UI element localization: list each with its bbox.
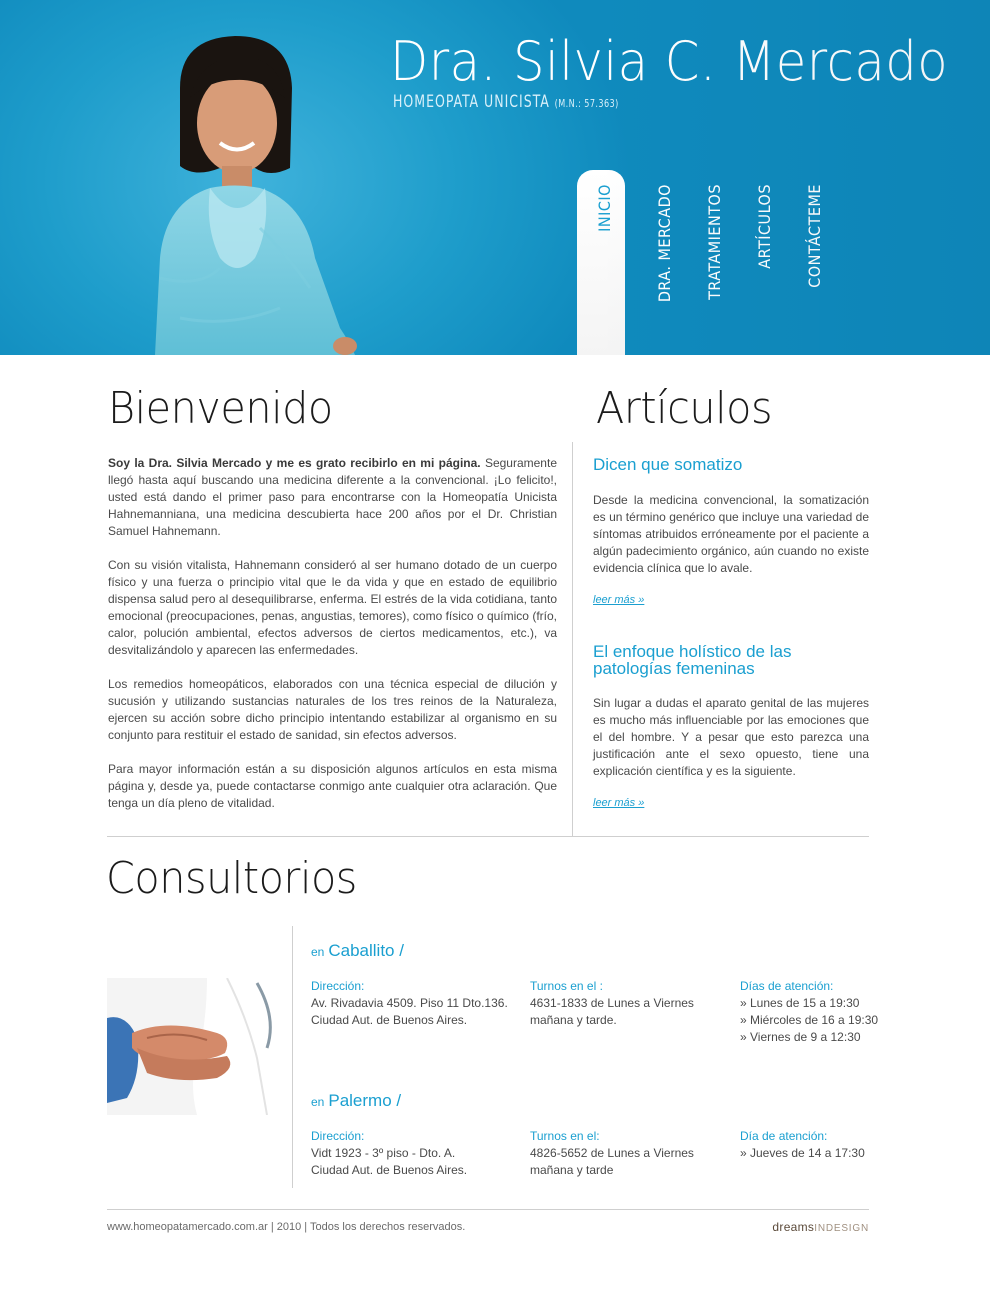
appointments-line: 4631-1833 de Lunes a Viernes — [530, 996, 694, 1010]
appointments-label: Turnos en el: — [530, 1129, 600, 1143]
article-card: El enfoque holístico de las patologías f… — [593, 643, 869, 811]
nav-item-dra-mercado[interactable]: DRA. MERCADO — [648, 184, 674, 334]
article-excerpt: Sin lugar a dudas el aparato genital de … — [593, 696, 869, 778]
office-days: Día de atención: » Jueves de 14 a 17:30 — [740, 1128, 865, 1162]
site-subtitle: HOMEOPATA UNICISTA (M.N.: 57.363) — [393, 92, 619, 112]
welcome-paragraph-3: Los remedios homeopáticos, elaborados co… — [108, 677, 557, 742]
read-more-link[interactable]: leer más » — [593, 797, 644, 809]
nav-item-label: DRA. MERCADO — [655, 184, 674, 303]
appointments-label: Turnos en el : — [530, 979, 603, 993]
nav-item-label: ARTÍCULOS — [755, 184, 774, 269]
office-title-caballito: en Caballito / — [311, 941, 404, 961]
nav-item-label: CONTÁCTEME — [805, 184, 824, 288]
welcome-paragraph-2: Con su visión vitalista, Hahnemann consi… — [108, 558, 557, 657]
nav-item-label: TRATAMIENTOS — [705, 184, 724, 300]
welcome-heading: Bienvenido — [108, 383, 333, 434]
articles-heading: Artículos — [596, 383, 773, 434]
appointments-line: 4826-5652 de Lunes a Viernes — [530, 1146, 694, 1160]
days-item: » Lunes de 15 a 19:30 — [740, 996, 860, 1010]
read-more-link[interactable]: leer más » — [593, 594, 644, 606]
office-appointments: Turnos en el: 4826-5652 de Lunes a Viern… — [530, 1128, 694, 1179]
offices-heading: Consultorios — [106, 853, 357, 904]
header-banner: Dra. Silvia C. Mercado HOMEOPATA UNICIST… — [0, 0, 990, 355]
welcome-text: Soy la Dra. Silvia Mercado y me es grato… — [108, 455, 557, 829]
welcome-paragraph-4: Para mayor información están a su dispos… — [108, 762, 557, 810]
appointments-line: mañana y tarde — [530, 1163, 614, 1177]
office-prefix: en — [311, 1095, 325, 1109]
address-line: Av. Rivadavia 4509. Piso 11 Dto.136. — [311, 996, 508, 1010]
address-line: Ciudad Aut. de Buenos Aires. — [311, 1013, 468, 1027]
section-divider — [107, 836, 869, 837]
office-name: Caballito / — [328, 941, 404, 960]
days-item: » Viernes de 9 a 12:30 — [740, 1030, 861, 1044]
office-title-palermo: en Palermo / — [311, 1091, 401, 1111]
days-label: Día de atención: — [740, 1129, 828, 1143]
welcome-intro-bold: Soy la Dra. Silvia Mercado y me es grato… — [108, 456, 481, 470]
nav-item-label: INICIO — [595, 184, 614, 232]
designer-logo[interactable]: dreamsINDESIGN — [772, 1220, 869, 1234]
site-title: Dra. Silvia C. Mercado — [390, 30, 949, 93]
hands-photo — [107, 978, 292, 1115]
address-label: Dirección: — [311, 1129, 365, 1143]
article-title[interactable]: Dicen que somatizo — [593, 456, 869, 473]
registration-number: (M.N.: 57.363) — [554, 97, 619, 110]
days-label: Días de atención: — [740, 979, 834, 993]
nav-item-contacteme[interactable]: CONTÁCTEME — [798, 184, 824, 334]
office-name: Palermo / — [328, 1091, 402, 1110]
appointments-line: mañana y tarde. — [530, 1013, 617, 1027]
days-item: » Miércoles de 16 a 19:30 — [740, 1013, 879, 1027]
article-excerpt: Desde la medicina convencional, la somat… — [593, 493, 869, 575]
designer-logo-primary: dreams — [772, 1220, 815, 1234]
office-address: Dirección: Av. Rivadavia 4509. Piso 11 D… — [311, 978, 508, 1029]
designer-logo-secondary: INDESIGN — [814, 1223, 869, 1234]
office-days: Días de atención: » Lunes de 15 a 19:30 … — [740, 978, 878, 1046]
office-prefix: en — [311, 945, 325, 959]
nav-item-articulos[interactable]: ARTÍCULOS — [748, 184, 774, 334]
specialty-label: HOMEOPATA UNICISTA — [393, 92, 550, 112]
article-card: Dicen que somatizo Desde la medicina con… — [593, 456, 869, 608]
address-line: Vidt 1923 - 3º piso - Dto. A. — [311, 1146, 456, 1160]
offices-divider — [292, 926, 293, 1188]
footer-copyright: www.homeopatamercado.com.ar | 2010 | Tod… — [107, 1221, 466, 1233]
footer-divider — [107, 1209, 869, 1210]
office-appointments: Turnos en el : 4631-1833 de Lunes a Vier… — [530, 978, 694, 1029]
content-divider — [572, 442, 573, 836]
nav-item-inicio[interactable]: INICIO — [588, 184, 614, 334]
address-line: Ciudad Aut. de Buenos Aires. — [311, 1163, 468, 1177]
article-title[interactable]: El enfoque holístico de las patologías f… — [593, 643, 869, 677]
nav-item-tratamientos[interactable]: TRATAMIENTOS — [698, 184, 724, 334]
doctor-portrait — [155, 36, 357, 355]
welcome-paragraph-1: Soy la Dra. Silvia Mercado y me es grato… — [108, 455, 557, 540]
address-label: Dirección: — [311, 979, 365, 993]
days-item: » Jueves de 14 a 17:30 — [740, 1146, 865, 1160]
office-address: Dirección: Vidt 1923 - 3º piso - Dto. A.… — [311, 1128, 467, 1179]
